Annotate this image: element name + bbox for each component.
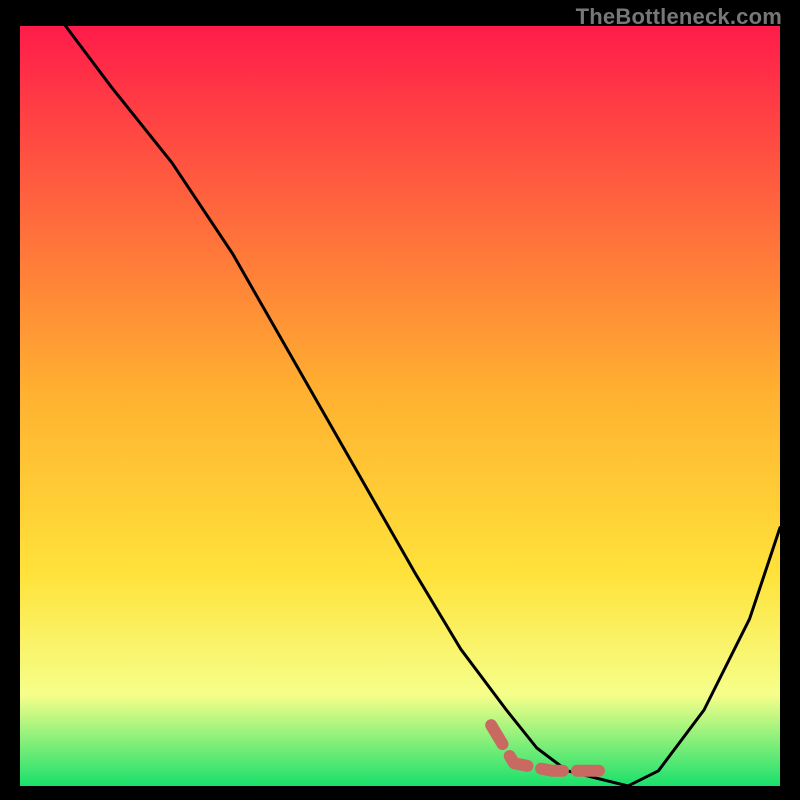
- plot-area: [20, 26, 780, 786]
- gradient-background: [20, 26, 780, 786]
- bottleneck-chart: [20, 26, 780, 786]
- watermark-label: TheBottleneck.com: [576, 4, 782, 30]
- chart-stage: TheBottleneck.com: [0, 0, 800, 800]
